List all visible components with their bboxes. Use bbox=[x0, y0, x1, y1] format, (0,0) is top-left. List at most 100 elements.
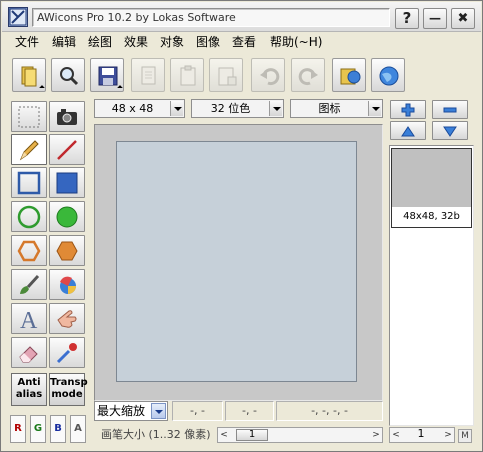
menu-view[interactable]: 查看 bbox=[232, 34, 256, 50]
drawing-canvas[interactable] bbox=[116, 141, 357, 382]
transparent-mode-toggle[interactable]: Transp mode bbox=[49, 373, 88, 406]
move-up-button[interactable] bbox=[390, 121, 426, 140]
undo-button[interactable] bbox=[251, 58, 285, 92]
chevron-right-icon[interactable]: > bbox=[370, 428, 382, 442]
ellipse-tool[interactable] bbox=[11, 201, 47, 232]
hexagon-outline-icon bbox=[17, 240, 41, 262]
help-button[interactable]: ? bbox=[395, 8, 419, 29]
menu-edit[interactable]: 编辑 bbox=[52, 34, 76, 50]
eyedropper-tool[interactable] bbox=[49, 337, 85, 368]
pointing-hand-icon bbox=[57, 310, 77, 328]
rectangle-tool[interactable] bbox=[11, 167, 47, 198]
brush-tool[interactable] bbox=[11, 269, 47, 300]
pencil-icon bbox=[19, 140, 39, 161]
folder-globe-icon bbox=[340, 68, 361, 85]
menu-help[interactable]: 帮助(~H) bbox=[270, 34, 322, 50]
menu-file[interactable]: 文件 bbox=[15, 34, 39, 50]
zoom-value: 最大缩放 bbox=[97, 404, 146, 418]
select-tool[interactable] bbox=[11, 101, 47, 132]
image-list-page: 1 bbox=[417, 427, 425, 440]
text-tool[interactable]: A bbox=[11, 303, 47, 334]
canvas-area bbox=[94, 124, 383, 401]
menu-effects[interactable]: 效果 bbox=[124, 34, 148, 50]
paint-bucket-icon bbox=[60, 276, 76, 294]
add-image-button[interactable] bbox=[390, 100, 426, 119]
chevron-down-icon bbox=[151, 403, 166, 419]
copy-button[interactable] bbox=[170, 58, 204, 92]
clipboard-icon bbox=[180, 65, 196, 86]
polygon-tool[interactable] bbox=[11, 235, 47, 266]
camera-tool[interactable] bbox=[49, 101, 85, 132]
menu-image[interactable]: 图像 bbox=[196, 34, 220, 50]
web-button[interactable] bbox=[371, 58, 405, 92]
channel-g[interactable]: G bbox=[30, 415, 46, 443]
move-down-button[interactable] bbox=[432, 121, 468, 140]
channel-r[interactable]: R bbox=[10, 415, 26, 443]
rectangle-outline-icon bbox=[17, 171, 41, 195]
eraser-tool[interactable] bbox=[11, 337, 47, 368]
hexagon-filled-icon bbox=[56, 241, 78, 261]
minus-icon bbox=[443, 107, 457, 113]
image-list: 48x48, 32b bbox=[389, 145, 474, 426]
paste-button[interactable] bbox=[209, 58, 243, 92]
image-list-scrollbar[interactable]: < 1 > bbox=[389, 427, 455, 443]
zoom-button[interactable] bbox=[51, 58, 85, 92]
paste-new-icon bbox=[218, 67, 237, 86]
menu-bar: 文件 编辑 绘图 效果 对象 图像 查看 帮助(~H) bbox=[2, 32, 481, 52]
filled-rectangle-tool[interactable] bbox=[49, 167, 85, 198]
filled-ellipse-tool[interactable] bbox=[49, 201, 85, 232]
color-depth-select[interactable]: 32 位色 bbox=[191, 99, 284, 118]
cut-icon bbox=[141, 66, 156, 85]
thumbnail-label: 48x48, 32b bbox=[392, 207, 471, 227]
undo-icon bbox=[260, 68, 280, 86]
fill-tool[interactable] bbox=[49, 269, 85, 300]
cut-button[interactable] bbox=[131, 58, 165, 92]
filled-polygon-tool[interactable] bbox=[49, 235, 85, 266]
app-window: AWicons Pro 10.2 by Lokas Software ? — ✖… bbox=[0, 0, 483, 452]
tools-panel: A Anti alias Transp mode bbox=[8, 99, 88, 444]
triangle-down-icon bbox=[443, 126, 457, 137]
menu-draw[interactable]: 绘图 bbox=[88, 34, 112, 50]
image-thumbnail[interactable]: 48x48, 32b bbox=[391, 148, 472, 228]
remove-image-button[interactable] bbox=[432, 100, 468, 119]
channel-a[interactable]: A bbox=[70, 415, 86, 443]
main-toolbar bbox=[2, 54, 481, 96]
save-button[interactable] bbox=[90, 58, 124, 92]
ellipse-outline-icon bbox=[17, 205, 41, 229]
multi-button[interactable]: M bbox=[458, 429, 472, 443]
marquee-icon bbox=[18, 106, 40, 128]
eraser-icon bbox=[19, 346, 38, 363]
hand-tool[interactable] bbox=[49, 303, 85, 334]
ellipse-filled-icon bbox=[56, 206, 78, 228]
redo-icon bbox=[298, 68, 318, 86]
folder-open-icon bbox=[21, 66, 37, 87]
thumbnail-preview bbox=[392, 149, 471, 207]
redo-button[interactable] bbox=[291, 58, 325, 92]
type-select-value: 图标 bbox=[318, 102, 341, 115]
chevron-left-icon[interactable]: < bbox=[390, 428, 402, 442]
menu-object[interactable]: 对象 bbox=[160, 34, 184, 50]
minimize-button[interactable]: — bbox=[423, 8, 447, 29]
chevron-left-icon[interactable]: < bbox=[218, 428, 230, 442]
pencil-tool[interactable] bbox=[11, 134, 47, 165]
browser-button[interactable] bbox=[332, 58, 366, 92]
chevron-right-icon[interactable]: > bbox=[442, 428, 454, 442]
line-tool[interactable] bbox=[49, 134, 85, 165]
close-button[interactable]: ✖ bbox=[451, 8, 475, 29]
type-select[interactable]: 图标 bbox=[290, 99, 383, 118]
cursor-position: -, - bbox=[172, 401, 223, 421]
channel-b[interactable]: B bbox=[50, 415, 66, 443]
chevron-down-icon bbox=[170, 101, 183, 116]
app-logo-icon bbox=[8, 7, 28, 27]
brush-size-thumb[interactable]: 1 bbox=[236, 429, 268, 441]
zoom-select[interactable]: 最大缩放 bbox=[94, 401, 168, 421]
svg-text:A: A bbox=[20, 308, 38, 331]
chevron-down-icon bbox=[269, 101, 282, 116]
brush-size-slider[interactable]: < 1 > bbox=[217, 427, 383, 443]
open-button[interactable] bbox=[12, 58, 46, 92]
paintbrush-icon bbox=[20, 274, 40, 294]
title-bar: AWicons Pro 10.2 by Lokas Software ? — ✖ bbox=[2, 2, 481, 32]
rectangle-filled-icon bbox=[56, 172, 78, 194]
antialias-toggle[interactable]: Anti alias bbox=[11, 373, 47, 406]
size-select[interactable]: 48 x 48 bbox=[94, 99, 185, 118]
